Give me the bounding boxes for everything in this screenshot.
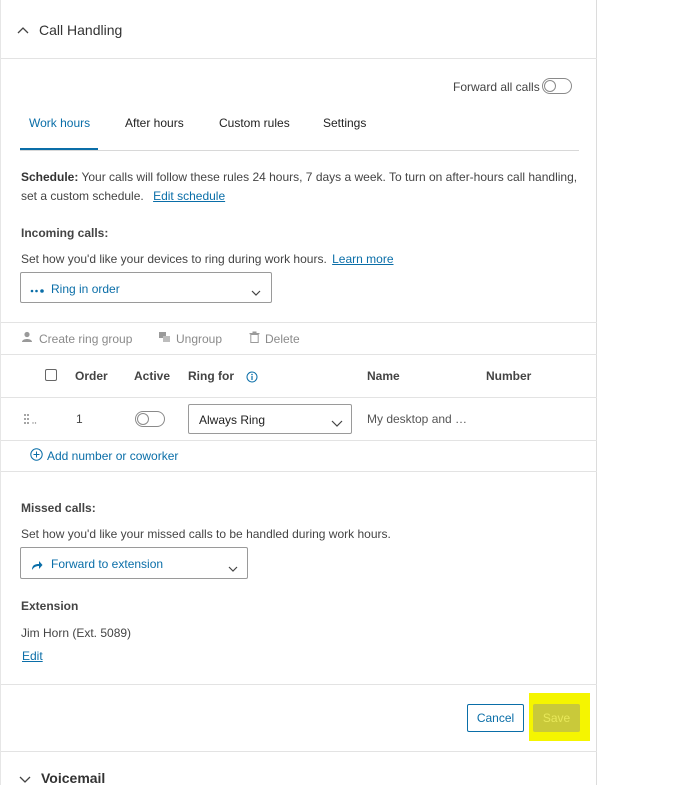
save-button[interactable]: Save (533, 704, 580, 732)
missed-calls-value: Forward to extension (51, 557, 164, 571)
incoming-calls-heading: Incoming calls: (21, 226, 109, 240)
tabs-divider (20, 150, 579, 151)
user-group-icon (21, 331, 34, 346)
table-row: 1 Always Ring My desktop and … (1, 398, 597, 440)
chevron-down-icon (251, 284, 261, 302)
extension-label: Extension (21, 599, 79, 613)
plus-circle-icon (30, 448, 43, 464)
divider (1, 58, 597, 59)
cancel-button[interactable]: Cancel (467, 704, 524, 732)
tab-after-hours[interactable]: After hours (125, 116, 184, 130)
trash-icon (249, 331, 260, 346)
forward-arrow-icon (31, 558, 43, 576)
ring-mode-select[interactable]: Ring in order (20, 272, 272, 303)
toggle-knob (137, 413, 149, 425)
call-handling-panel: Call Handling Forward all calls Work hou… (0, 0, 597, 787)
tab-work-hours[interactable]: Work hours (29, 116, 90, 130)
section-title: Call Handling (39, 22, 123, 38)
ungroup-button[interactable]: Ungroup (158, 331, 222, 346)
missed-calls-select[interactable]: Forward to extension (20, 547, 248, 579)
divider (1, 354, 597, 355)
create-ring-group-label: Create ring group (39, 331, 133, 346)
divider (1, 322, 597, 323)
forward-all-toggle[interactable] (542, 78, 572, 94)
schedule-label: Schedule: (21, 170, 79, 184)
divider (1, 684, 597, 685)
edit-schedule-link[interactable]: Edit schedule (153, 189, 225, 203)
learn-more-link[interactable]: Learn more (332, 252, 393, 266)
schedule-text-line1: Schedule: Your calls will follow these r… (21, 170, 577, 184)
column-header-name: Name (367, 369, 400, 383)
chevron-down-icon (331, 415, 343, 433)
drag-handle-icon[interactable] (23, 412, 37, 430)
voicemail-expand-button[interactable]: Voicemail (19, 769, 105, 787)
row-order: 1 (76, 412, 83, 426)
delete-label: Delete (265, 331, 300, 346)
column-header-ring-for: Ring for (188, 369, 234, 383)
edit-extension-link[interactable]: Edit (22, 649, 43, 663)
row-active-toggle[interactable] (135, 411, 165, 427)
divider (1, 440, 597, 441)
chevron-up-icon (17, 24, 29, 36)
incoming-calls-desc-row: Set how you'd like your devices to ring … (21, 252, 394, 266)
delete-button[interactable]: Delete (249, 331, 300, 346)
ring-for-value: Always Ring (199, 413, 266, 427)
section-title: Voicemail (41, 770, 106, 786)
ring-in-order-icon (30, 283, 44, 301)
info-icon[interactable] (246, 370, 258, 388)
forward-all-label: Forward all calls (453, 80, 540, 94)
toggle-knob (544, 80, 556, 92)
chevron-down-icon (228, 560, 238, 578)
schedule-text-line2: set a custom schedule. Edit schedule (21, 189, 225, 203)
divider (1, 471, 597, 472)
column-header-order: Order (75, 369, 108, 383)
tab-custom-rules[interactable]: Custom rules (219, 116, 290, 130)
column-header-number: Number (486, 369, 532, 383)
call-handling-collapse-button[interactable]: Call Handling (17, 20, 122, 40)
column-header-active: Active (134, 369, 171, 383)
missed-calls-desc: Set how you'd like your missed calls to … (21, 527, 391, 541)
add-number-label: Add number or coworker (47, 449, 179, 463)
incoming-calls-desc: Set how you'd like your devices to ring … (21, 252, 327, 266)
extension-value: Jim Horn (Ext. 5089) (21, 626, 132, 640)
ring-mode-value: Ring in order (51, 282, 120, 296)
schedule-description: Your calls will follow these rules 24 ho… (78, 170, 578, 184)
create-ring-group-button[interactable]: Create ring group (21, 331, 132, 346)
ungroup-label: Ungroup (176, 331, 223, 346)
row-name: My desktop and … (367, 412, 468, 426)
select-all-checkbox[interactable] (45, 369, 57, 381)
add-number-or-coworker-button[interactable]: Add number or coworker (30, 448, 178, 464)
missed-calls-heading: Missed calls: (21, 501, 96, 515)
schedule-description-2: set a custom schedule. (21, 189, 144, 203)
chevron-down-icon (19, 772, 31, 784)
tab-settings[interactable]: Settings (323, 116, 366, 130)
ungroup-icon (158, 331, 171, 346)
divider (1, 751, 597, 752)
ring-for-select[interactable]: Always Ring (188, 404, 352, 434)
